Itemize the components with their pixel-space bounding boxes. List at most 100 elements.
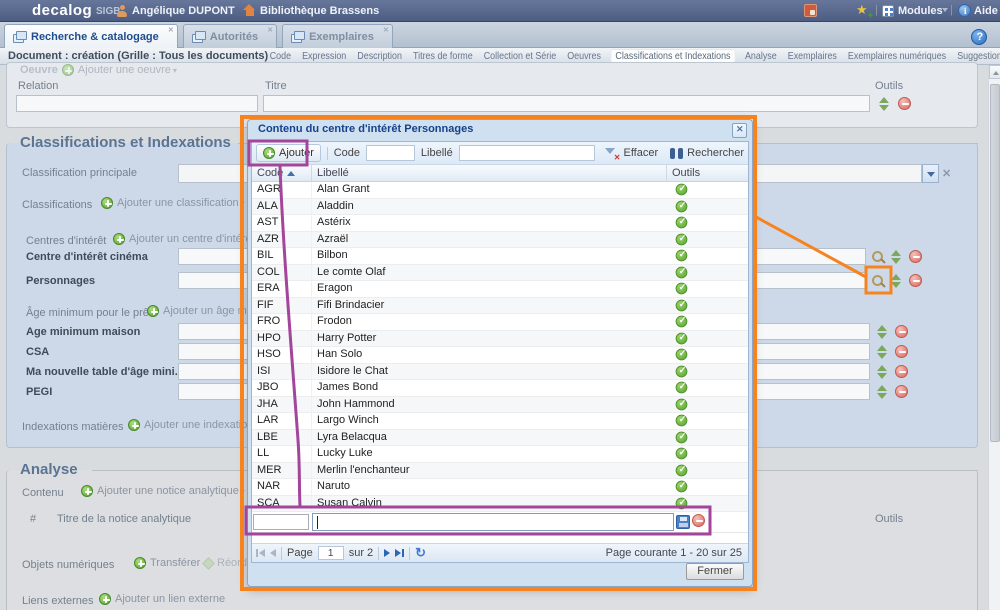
add-centre-link[interactable]: Ajouter un centre d'intérêt (129, 233, 261, 245)
validate-check-icon[interactable] (676, 316, 688, 328)
table-row-ala[interactable]: ALAAladdin (252, 199, 748, 216)
search-icon[interactable] (871, 274, 885, 288)
validate-check-icon[interactable] (676, 497, 688, 509)
code-filter-input[interactable] (366, 145, 415, 161)
add-lien-link[interactable]: Ajouter un lien externe (115, 593, 225, 605)
relation-input[interactable] (16, 95, 258, 112)
validate-check-icon[interactable] (676, 349, 688, 361)
combo-dropdown-button[interactable] (922, 164, 939, 183)
move-up-down-icon[interactable] (877, 325, 888, 339)
validate-check-icon[interactable] (676, 398, 688, 410)
validate-check-icon[interactable] (676, 200, 688, 212)
validate-check-icon[interactable] (676, 299, 688, 311)
table-row-hpo[interactable]: HPOHarry Potter (252, 331, 748, 348)
validate-check-icon[interactable] (676, 217, 688, 229)
column-header-code[interactable]: Code (252, 165, 312, 182)
cancel-icon[interactable] (692, 514, 705, 527)
table-row-mer[interactable]: MERMerlin l'enchanteur (252, 463, 748, 480)
new-code-input[interactable] (253, 514, 309, 530)
help-icon[interactable] (971, 29, 987, 45)
fermer-button[interactable]: Fermer (686, 563, 744, 580)
remove-icon[interactable] (898, 97, 911, 110)
table-row-jha[interactable]: JHAJohn Hammond (252, 397, 748, 414)
validate-check-icon[interactable] (676, 431, 688, 443)
vertical-scrollbar[interactable] (988, 65, 1000, 610)
libelle-filter-input[interactable] (459, 145, 596, 161)
remove-icon[interactable] (895, 345, 908, 358)
exit-icon[interactable] (804, 4, 817, 17)
table-row-lbe[interactable]: LBELyra Belacqua (252, 430, 748, 447)
table-row-ast[interactable]: ASTAstérix (252, 215, 748, 232)
validate-check-icon[interactable] (676, 332, 688, 344)
current-user[interactable]: Angélique DUPONT (132, 5, 235, 17)
add-classification-link[interactable]: Ajouter une classification (117, 197, 245, 209)
tab-recherche-catalogage[interactable]: Recherche & catalogage✕ (4, 24, 178, 48)
validate-check-icon[interactable] (676, 464, 688, 476)
tab-close-icon[interactable]: ✕ (383, 26, 389, 34)
validate-check-icon[interactable] (676, 365, 688, 377)
table-row-azr[interactable]: AZRAzraël (252, 232, 748, 249)
first-page-button[interactable] (256, 549, 265, 557)
doc-nav-description[interactable]: Description (356, 49, 404, 63)
validate-check-icon[interactable] (676, 448, 688, 460)
move-up-down-icon[interactable] (877, 345, 888, 359)
ajouter-button[interactable]: Ajouter (256, 144, 321, 162)
doc-nav-expression[interactable]: Expression (300, 49, 348, 63)
validate-check-icon[interactable] (676, 233, 688, 245)
new-libelle-input[interactable] (312, 513, 674, 531)
doc-nav-exemplaires-num-riques[interactable]: Exemplaires numériques (846, 49, 948, 63)
page-number-input[interactable]: 1 (318, 546, 344, 560)
table-row-col[interactable]: COLLe comte Olaf (252, 265, 748, 282)
effacer-button[interactable]: Effacer (605, 147, 658, 160)
current-library[interactable]: Bibliothèque Brassens (260, 5, 379, 17)
validate-check-icon[interactable] (676, 481, 688, 493)
table-row-era[interactable]: ERAEragon (252, 281, 748, 298)
tab-close-icon[interactable]: ✕ (168, 26, 174, 34)
close-icon[interactable] (732, 123, 747, 138)
refresh-icon[interactable] (415, 545, 426, 561)
table-row-fif[interactable]: FIFFifi Brindacier (252, 298, 748, 315)
tab-close-icon[interactable]: ✕ (267, 26, 273, 34)
move-up-down-icon[interactable] (891, 274, 902, 288)
table-row-isi[interactable]: ISIIsidore le Chat (252, 364, 748, 381)
doc-nav-classifications-et-indexations[interactable]: Classifications et Indexations (610, 49, 735, 63)
move-up-down-icon[interactable] (879, 97, 890, 111)
aide-menu[interactable]: Aide (974, 5, 998, 17)
move-up-down-icon[interactable] (891, 250, 902, 264)
doc-nav-exemplaires[interactable]: Exemplaires (786, 49, 839, 63)
favorite-add-icon[interactable] (856, 3, 871, 18)
remove-icon[interactable] (909, 274, 922, 287)
add-notice-row[interactable]: Ajouter une notice analytique (81, 485, 245, 497)
table-row-fro[interactable]: FROFrodon (252, 314, 748, 331)
add-oeuvre-link[interactable]: Ajouter une oeuvre (78, 64, 177, 76)
add-centre-row[interactable]: Ajouter un centre d'intérêt (113, 233, 261, 245)
prev-page-button[interactable] (270, 549, 276, 557)
save-icon[interactable] (676, 515, 690, 529)
tab-autorit-s[interactable]: Autorités✕ (183, 24, 277, 48)
remove-icon[interactable] (895, 325, 908, 338)
table-row-lar[interactable]: LARLargo Winch (252, 413, 748, 430)
validate-check-icon[interactable] (676, 184, 688, 196)
validate-check-icon[interactable] (676, 382, 688, 394)
doc-nav-oeuvres[interactable]: Oeuvres (566, 49, 603, 63)
tab-exemplaires[interactable]: Exemplaires✕ (282, 24, 393, 48)
search-icon[interactable] (871, 250, 885, 264)
titre-input[interactable] (263, 95, 870, 112)
doc-nav-code[interactable]: Code (268, 49, 293, 63)
last-page-button[interactable] (395, 549, 404, 557)
doc-nav-analyse[interactable]: Analyse (743, 49, 778, 63)
doc-nav-collection-et-s-rie[interactable]: Collection et Série (482, 49, 558, 63)
table-row-agr[interactable]: AGRAlan Grant (252, 182, 748, 199)
modules-menu[interactable]: Modules (898, 5, 943, 17)
doc-nav-suggestions[interactable]: Suggestions (956, 49, 1000, 63)
remove-icon[interactable] (909, 250, 922, 263)
remove-icon[interactable] (895, 385, 908, 398)
column-header-libelle[interactable]: Libellé (312, 165, 667, 182)
validate-check-icon[interactable] (676, 250, 688, 262)
validate-check-icon[interactable] (676, 283, 688, 295)
table-row-bil[interactable]: BILBilbon (252, 248, 748, 265)
rechercher-button[interactable]: Rechercher (670, 147, 744, 159)
add-classification-row[interactable]: Ajouter une classification (101, 197, 245, 209)
table-row-hso[interactable]: HSOHan Solo (252, 347, 748, 364)
validate-check-icon[interactable] (676, 415, 688, 427)
